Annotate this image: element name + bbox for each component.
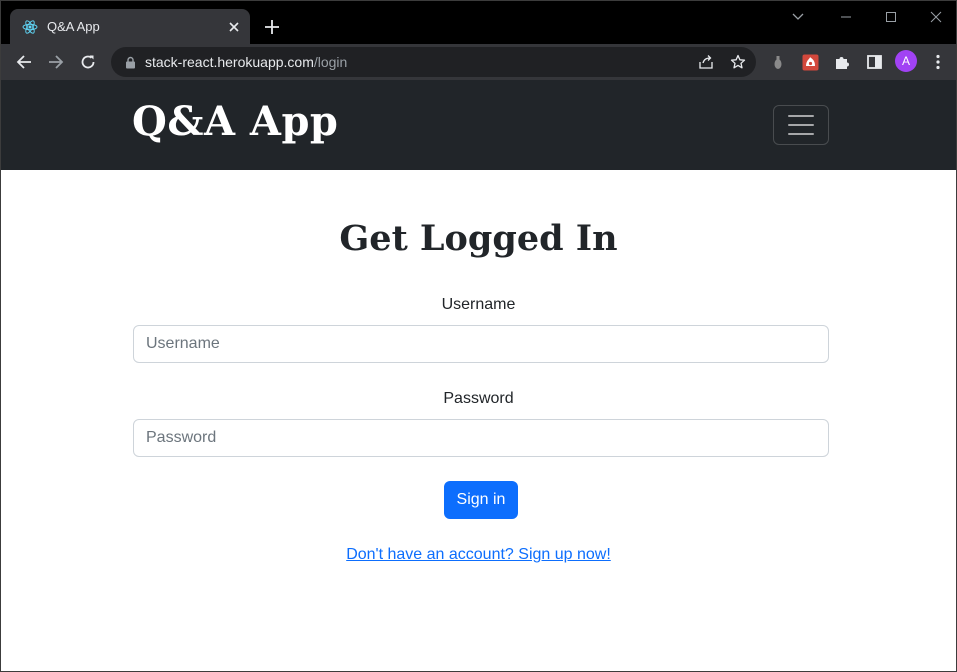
- share-button[interactable]: [696, 52, 716, 72]
- minimize-icon: [841, 16, 851, 18]
- tab-search-button[interactable]: [788, 7, 808, 27]
- puzzle-icon: [836, 57, 849, 69]
- extensions-button[interactable]: [832, 52, 852, 72]
- login-page: Get Logged In Username Password Sign in …: [1, 170, 956, 671]
- username-label: Username: [441, 296, 516, 313]
- hamburger-menu-icon: [788, 124, 814, 126]
- back-button[interactable]: [12, 50, 36, 74]
- reload-icon: [81, 55, 95, 69]
- password-label: Password: [443, 390, 514, 407]
- maximize-button[interactable]: [881, 7, 901, 27]
- new-tab-button[interactable]: [260, 15, 284, 39]
- extension-icon: [774, 56, 782, 69]
- forward-arrow-icon: [49, 55, 64, 69]
- browser-window: Q&A App stack-react.herokuapp.com/login …: [0, 0, 957, 672]
- bookmark-button[interactable]: [728, 52, 748, 72]
- star-icon: [730, 54, 746, 69]
- tab-close-button[interactable]: [224, 17, 244, 37]
- site-navbar: Q&A App: [1, 80, 956, 170]
- brand-logo[interactable]: Q&A App: [132, 98, 338, 145]
- close-icon: [229, 21, 239, 32]
- plus-icon: [265, 20, 279, 34]
- extension-icon: [802, 54, 818, 70]
- signup-link-row: Don't have an account? Sign up now!: [1, 546, 956, 564]
- lock-icon: [124, 55, 136, 69]
- url-text: stack-react.herokuapp.com/login: [145, 54, 347, 70]
- navbar-toggler-button[interactable]: [773, 105, 829, 145]
- browser-menu-button[interactable]: [928, 52, 948, 72]
- close-window-button[interactable]: [926, 7, 946, 27]
- username-input[interactable]: [133, 325, 829, 363]
- hamburger-menu-icon: [788, 115, 814, 117]
- react-logo-icon: [22, 19, 38, 34]
- minimize-button[interactable]: [836, 7, 856, 27]
- share-icon: [699, 55, 713, 69]
- url-path: /login: [313, 54, 348, 70]
- browser-tab[interactable]: Q&A App: [10, 9, 250, 44]
- extension-button[interactable]: [800, 52, 820, 72]
- url-host: stack-react.herokuapp.com: [145, 54, 314, 70]
- forward-button[interactable]: [44, 50, 68, 74]
- close-icon: [930, 11, 942, 23]
- extension-button[interactable]: [768, 52, 788, 72]
- side-panel-button[interactable]: [864, 52, 884, 72]
- password-input[interactable]: [133, 419, 829, 457]
- chevron-down-icon: [792, 13, 804, 20]
- tab-strip: Q&A App: [1, 1, 956, 44]
- back-arrow-icon: [16, 55, 31, 69]
- side-panel-icon: [866, 55, 882, 69]
- signup-link[interactable]: Don't have an account? Sign up now!: [346, 546, 611, 563]
- address-bar[interactable]: stack-react.herokuapp.com/login: [111, 47, 756, 77]
- browser-toolbar: stack-react.herokuapp.com/login A: [1, 44, 956, 80]
- kebab-menu-icon: [936, 54, 940, 70]
- maximize-icon: [886, 12, 896, 22]
- sign-in-button[interactable]: Sign in: [444, 481, 518, 519]
- page-title: Get Logged In: [339, 218, 618, 259]
- avatar[interactable]: A: [895, 50, 917, 72]
- reload-button[interactable]: [76, 50, 100, 74]
- tab-title: Q&A App: [47, 19, 100, 34]
- hamburger-menu-icon: [788, 133, 814, 135]
